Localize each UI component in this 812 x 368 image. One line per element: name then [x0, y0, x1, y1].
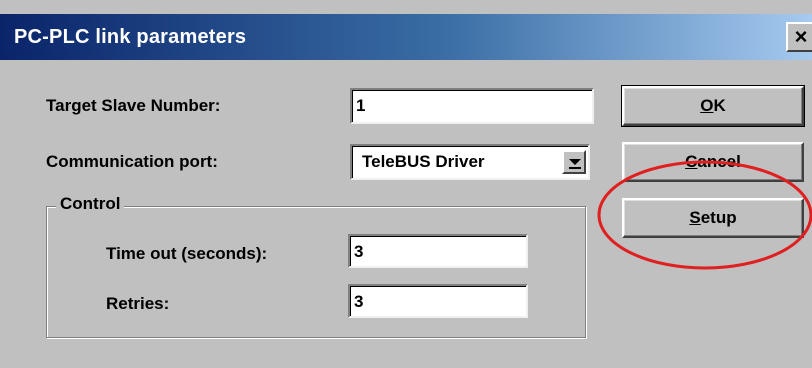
timeout-input[interactable]: 3: [348, 234, 528, 268]
cancel-label-rest: ancel: [697, 152, 741, 171]
timeout-label: Time out (seconds):: [106, 244, 268, 263]
chevron-down-icon[interactable]: [562, 150, 586, 174]
retries-input[interactable]: 3: [348, 284, 528, 318]
target-slave-label: Target Slave Number:: [46, 96, 221, 115]
setup-label-rest: etup: [700, 208, 737, 227]
cancel-button[interactable]: Cancel: [622, 142, 804, 182]
comm-port-value: TeleBUS Driver: [362, 152, 485, 171]
dialog-title: PC-PLC link parameters: [14, 26, 247, 48]
control-groupbox: [46, 206, 586, 338]
ok-label-rest: K: [713, 96, 726, 115]
title-bar[interactable]: PC-PLC link parameters ×: [0, 14, 812, 60]
control-group-label: Control: [56, 194, 125, 214]
setup-mnemonic: S: [689, 208, 701, 227]
link-parameters-dialog: PC-PLC link parameters × Target Slave Nu…: [0, 0, 812, 368]
cancel-mnemonic: C: [685, 152, 698, 171]
retries-label: Retries:: [106, 294, 170, 313]
comm-port-label: Communication port:: [46, 152, 218, 171]
target-slave-input[interactable]: 1: [350, 88, 594, 124]
comm-port-select[interactable]: TeleBUS Driver: [350, 144, 590, 180]
close-icon[interactable]: ×: [786, 22, 812, 52]
setup-button[interactable]: Setup: [622, 198, 804, 238]
ok-mnemonic: O: [700, 96, 714, 115]
ok-button[interactable]: OK: [621, 85, 805, 127]
